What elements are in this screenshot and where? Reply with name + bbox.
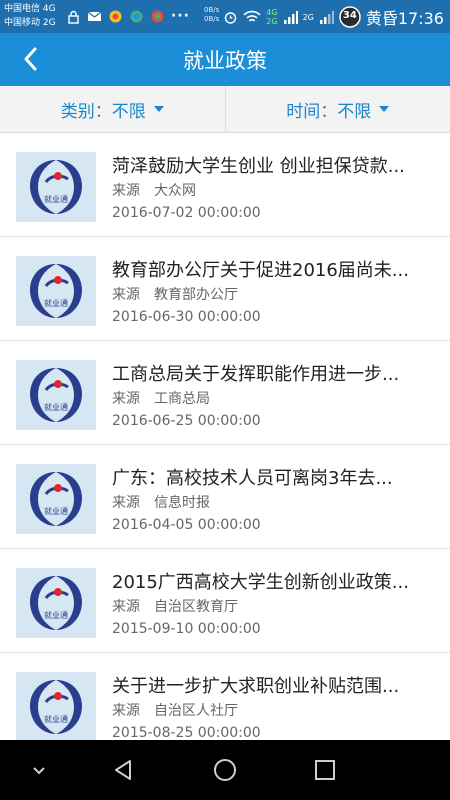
square-recents-icon xyxy=(315,760,335,780)
notification-icons: ··· xyxy=(66,6,190,26)
source-label: 来源 xyxy=(112,703,140,719)
employment-logo-icon: 就业通 xyxy=(16,568,96,638)
item-source: 来源 工商总局 xyxy=(112,388,210,408)
logo-thumbnail: 就业通 xyxy=(16,360,96,430)
app-icon xyxy=(150,9,165,24)
source-label: 来源 xyxy=(112,599,140,615)
list-item[interactable]: 就业通 2015广西高校大学生创新创业政策... 来源 自治区教育厅 2015-0… xyxy=(0,549,450,653)
logo-thumbnail: 就业通 xyxy=(16,568,96,638)
source-value: 信息时报 xyxy=(154,495,210,511)
time-filter[interactable]: 时间：不限 xyxy=(224,86,450,132)
speed-up: 0B/s xyxy=(204,6,220,14)
status-bar: 中国电信 4G 中国移动 2G ··· 0B/s 0B/s 4G 2G 2G 3… xyxy=(0,0,450,33)
svg-text:就业通: 就业通 xyxy=(44,298,68,308)
list-item[interactable]: 就业通 教育部办公厅关于促进2016届尚未... 来源 教育部办公厅 2016-0… xyxy=(0,237,450,341)
dropdown-arrow-icon xyxy=(153,106,164,112)
item-title: 2015广西高校大学生创新创业政策... xyxy=(112,572,409,593)
employment-logo-icon: 就业通 xyxy=(16,360,96,430)
mail-icon xyxy=(87,9,102,24)
lock-icon xyxy=(66,9,81,24)
alarm-icon xyxy=(223,10,238,25)
source-label: 来源 xyxy=(112,183,140,199)
wifi-icon xyxy=(243,10,261,25)
employment-logo-icon: 就业通 xyxy=(16,464,96,534)
policy-list: 就业通 菏泽鼓励大学生创业 创业担保贷款... 来源 大众网 2016-07-02… xyxy=(0,133,450,757)
network-type-2: 2G xyxy=(302,12,314,22)
chevron-down-icon xyxy=(33,767,45,775)
hide-keyboard-button[interactable] xyxy=(25,756,53,784)
logo-thumbnail: 就业通 xyxy=(16,672,96,742)
filter-bar: 类别：不限 时间：不限 xyxy=(0,86,450,133)
network-speed: 0B/s 0B/s xyxy=(204,6,219,24)
item-date: 2015-09-10 00:00:00 xyxy=(112,621,261,637)
logo-thumbnail: 就业通 xyxy=(16,152,96,222)
item-title: 关于进一步扩大求职创业补贴范围... xyxy=(112,676,400,697)
item-title: 广东：高校技术人员可离岗3年去... xyxy=(112,468,393,489)
carrier-1: 中国电信 4G xyxy=(4,4,56,14)
network-type: 4G 2G xyxy=(266,8,278,26)
dropdown-arrow-icon xyxy=(379,106,390,112)
clock: 黄昏17:36 xyxy=(365,9,444,28)
item-source: 来源 自治区教育厅 xyxy=(112,596,238,616)
svg-text:就业通: 就业通 xyxy=(44,506,68,516)
item-date: 2016-06-25 00:00:00 xyxy=(112,413,261,429)
triangle-back-icon xyxy=(115,760,131,780)
app-header: 就业政策 xyxy=(0,33,450,86)
source-value: 自治区教育厅 xyxy=(154,599,238,615)
item-date: 2016-06-30 00:00:00 xyxy=(112,309,261,325)
source-label: 来源 xyxy=(112,495,140,511)
time-filter-label: 时间：不限 xyxy=(286,101,372,122)
home-nav-button[interactable] xyxy=(211,756,239,784)
item-title: 工商总局关于发挥职能作用进一步... xyxy=(112,364,400,385)
source-value: 教育部办公厅 xyxy=(154,287,238,303)
signal-icon xyxy=(283,10,298,25)
item-source: 来源 大众网 xyxy=(112,180,196,200)
item-date: 2016-04-05 00:00:00 xyxy=(112,517,261,533)
system-nav-bar xyxy=(0,740,450,800)
battery-icon: 34 xyxy=(339,6,361,28)
system-icons: 4G 2G 2G 34 黄昏17:36 xyxy=(223,5,444,29)
svg-text:就业通: 就业通 xyxy=(44,610,68,620)
item-date: 2016-07-02 00:00:00 xyxy=(112,205,261,221)
page-title: 就业政策 xyxy=(183,49,267,73)
category-filter[interactable]: 类别：不限 xyxy=(0,86,225,132)
item-title: 教育部办公厅关于促进2016届尚未... xyxy=(112,260,409,281)
app-icon xyxy=(129,9,144,24)
list-item[interactable]: 就业通 菏泽鼓励大学生创业 创业担保贷款... 来源 大众网 2016-07-02… xyxy=(0,133,450,237)
recents-nav-button[interactable] xyxy=(311,756,339,784)
source-label: 来源 xyxy=(112,391,140,407)
item-source: 来源 信息时报 xyxy=(112,492,210,512)
carrier-2: 中国移动 2G xyxy=(4,18,56,28)
svg-text:就业通: 就业通 xyxy=(44,194,68,204)
list-item[interactable]: 就业通 工商总局关于发挥职能作用进一步... 来源 工商总局 2016-06-25… xyxy=(0,341,450,445)
item-source: 来源 自治区人社厅 xyxy=(112,700,238,720)
battery-level: 34 xyxy=(342,10,357,21)
more-notifications-icon: ··· xyxy=(171,8,190,24)
svg-text:就业通: 就业通 xyxy=(44,714,68,724)
source-value: 自治区人社厅 xyxy=(154,703,238,719)
list-item[interactable]: 就业通 广东：高校技术人员可离岗3年去... 来源 信息时报 2016-04-05… xyxy=(0,445,450,549)
employment-logo-icon: 就业通 xyxy=(16,152,96,222)
app-icon xyxy=(108,9,123,24)
item-source: 来源 教育部办公厅 xyxy=(112,284,238,304)
svg-text:就业通: 就业通 xyxy=(44,402,68,412)
circle-home-icon xyxy=(214,759,236,781)
source-value: 大众网 xyxy=(154,183,196,199)
speed-down: 0B/s xyxy=(204,15,220,23)
item-date: 2015-08-25 00:00:00 xyxy=(112,725,261,741)
carrier-info: 中国电信 4G 中国移动 2G xyxy=(4,2,56,30)
employment-logo-icon: 就业通 xyxy=(16,672,96,742)
item-title: 菏泽鼓励大学生创业 创业担保贷款... xyxy=(112,156,405,177)
employment-logo-icon: 就业通 xyxy=(16,256,96,326)
logo-thumbnail: 就业通 xyxy=(16,256,96,326)
category-filter-label: 类别：不限 xyxy=(60,101,146,122)
source-value: 工商总局 xyxy=(154,391,210,407)
logo-thumbnail: 就业通 xyxy=(16,464,96,534)
back-nav-button[interactable] xyxy=(110,756,138,784)
signal-icon xyxy=(319,10,334,25)
source-label: 来源 xyxy=(112,287,140,303)
